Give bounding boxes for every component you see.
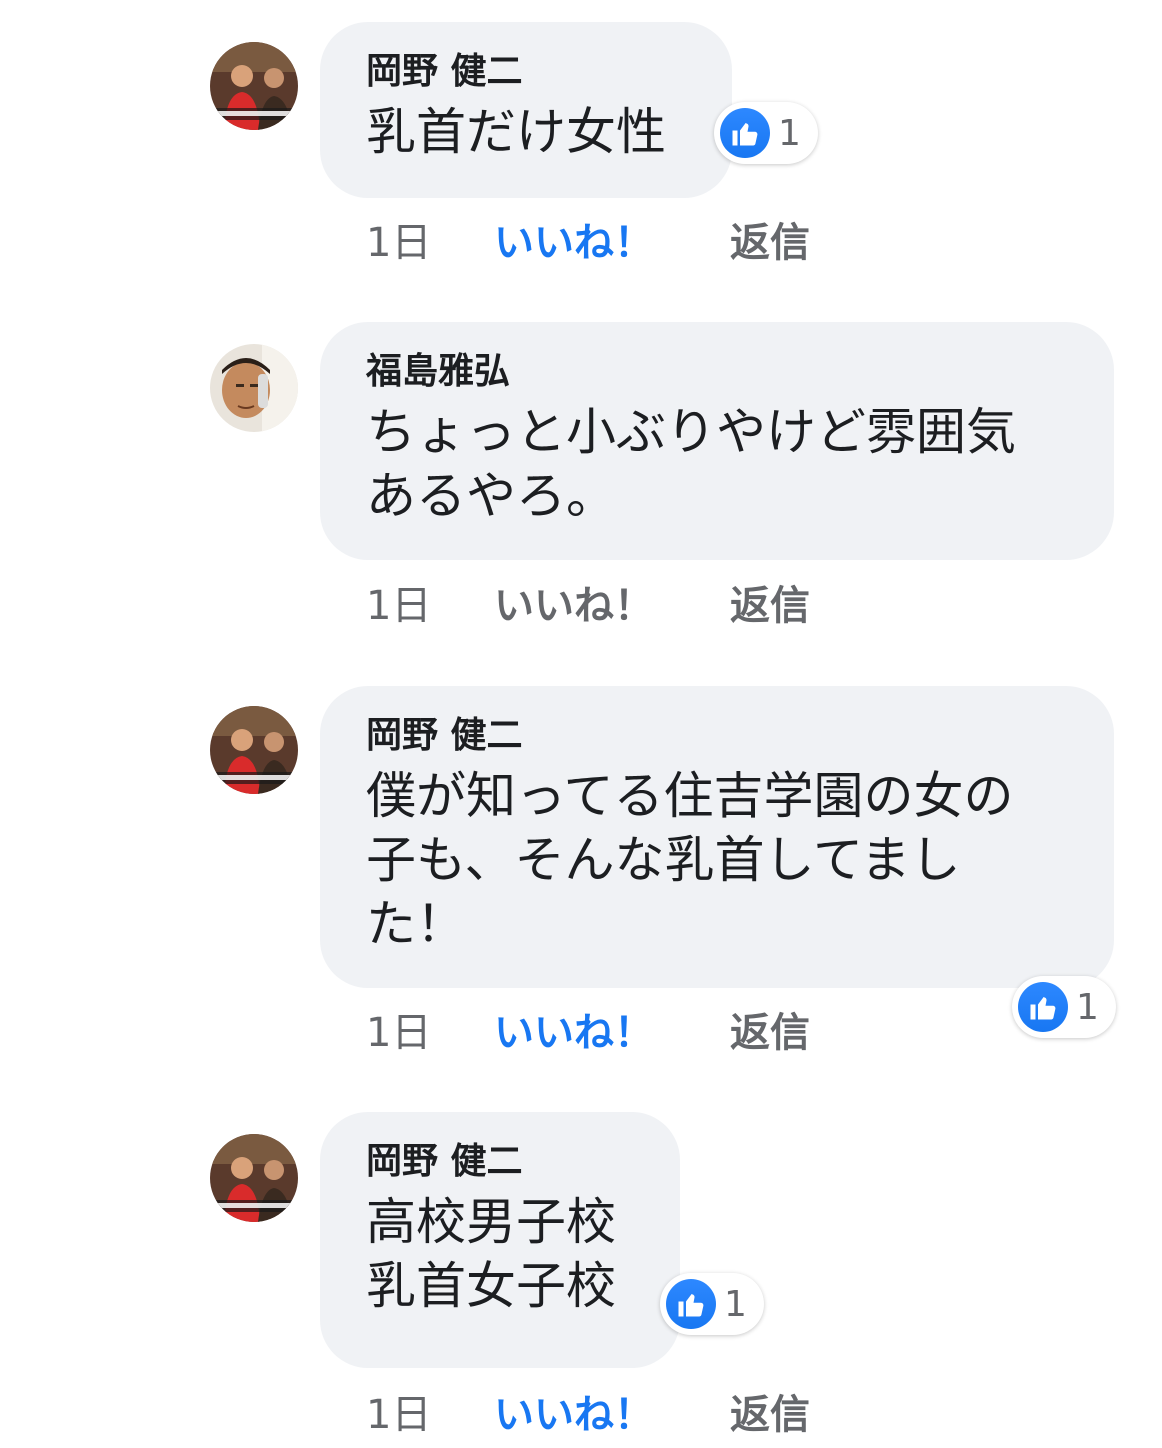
- like-button[interactable]: いいね！: [494, 210, 730, 268]
- reaction-count: 1: [778, 112, 801, 154]
- comment-text: 僕が知ってる住吉学園の女の 子も、そんな乳首してまし た！: [366, 767, 1014, 953]
- reply-button[interactable]: 返信: [730, 210, 810, 268]
- thumbs-up-icon: [720, 108, 770, 158]
- comment-author[interactable]: 福島雅弘: [366, 350, 1068, 394]
- like-button[interactable]: いいね！: [494, 1000, 730, 1058]
- comment-actions: 1日 いいね！ 返信: [366, 1000, 810, 1058]
- comment-author[interactable]: 岡野 健二: [366, 714, 1068, 758]
- comment-author[interactable]: 岡野 健二: [366, 1140, 634, 1184]
- reaction-badge[interactable]: 1: [714, 102, 818, 164]
- timestamp[interactable]: 1日: [366, 1000, 494, 1058]
- thumbs-up-icon: [666, 1279, 716, 1329]
- comment-text: ちょっと小ぶりやけど雰囲気 あるやろ。: [366, 403, 1016, 525]
- profile-photo-icon: [210, 42, 298, 130]
- comment-bubble: 岡野 健二 僕が知ってる住吉学園の女の 子も、そんな乳首してまし た！: [320, 686, 1114, 988]
- comment-actions: 1日 いいね！ 返信: [366, 1382, 810, 1440]
- profile-photo-icon: [210, 344, 298, 432]
- comment-text: 乳首だけ女性: [366, 103, 666, 161]
- reaction-count: 1: [724, 1283, 747, 1325]
- profile-photo-icon: [210, 1134, 298, 1222]
- avatar[interactable]: [210, 344, 298, 432]
- timestamp[interactable]: 1日: [366, 573, 494, 631]
- reply-button[interactable]: 返信: [730, 1000, 810, 1058]
- comment-bubble: 福島雅弘 ちょっと小ぶりやけど雰囲気 あるやろ。: [320, 322, 1114, 560]
- like-button[interactable]: いいね！: [494, 1382, 730, 1440]
- avatar[interactable]: [210, 42, 298, 130]
- reaction-count: 1: [1076, 986, 1099, 1028]
- timestamp[interactable]: 1日: [366, 1382, 494, 1440]
- timestamp[interactable]: 1日: [366, 210, 494, 268]
- reply-button[interactable]: 返信: [730, 1382, 810, 1440]
- reply-button[interactable]: 返信: [730, 573, 810, 631]
- reaction-badge[interactable]: 1: [1012, 976, 1116, 1038]
- reaction-badge[interactable]: 1: [660, 1273, 764, 1335]
- comment-author[interactable]: 岡野 健二: [366, 50, 686, 94]
- avatar[interactable]: [210, 1134, 298, 1222]
- comment-bubble: 岡野 健二 乳首だけ女性: [320, 22, 732, 198]
- thumbs-up-icon: [1018, 982, 1068, 1032]
- comment-text: 高校男子校 乳首女子校: [366, 1193, 616, 1315]
- like-button[interactable]: いいね！: [494, 573, 730, 631]
- comment-actions: 1日 いいね！ 返信: [366, 573, 810, 631]
- comment-bubble: 岡野 健二 高校男子校 乳首女子校: [320, 1112, 680, 1368]
- profile-photo-icon: [210, 706, 298, 794]
- avatar[interactable]: [210, 706, 298, 794]
- comment-actions: 1日 いいね！ 返信: [366, 210, 810, 268]
